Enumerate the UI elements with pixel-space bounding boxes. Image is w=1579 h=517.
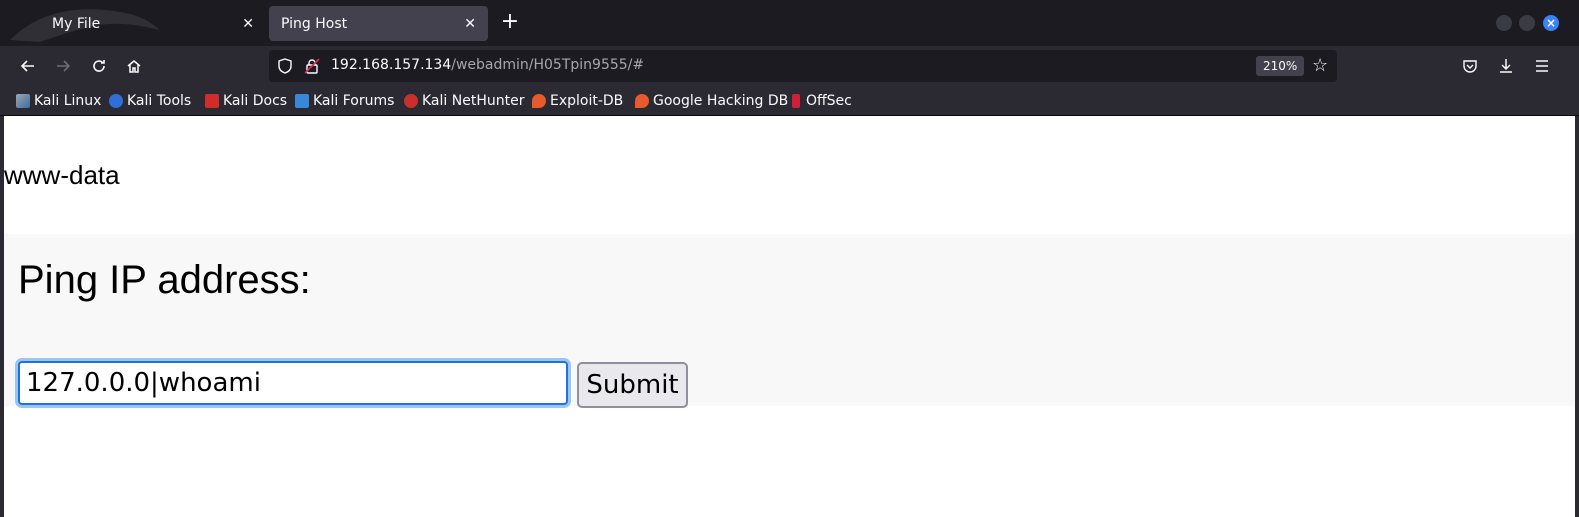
kali-docs-icon <box>205 94 219 108</box>
menu-icon[interactable] <box>1528 52 1556 80</box>
reload-button[interactable] <box>85 52 113 80</box>
bookmark-label: Google Hacking DB <box>653 93 789 109</box>
window-border-right <box>1575 116 1579 517</box>
submit-button[interactable]: Submit <box>577 362 688 408</box>
bookmark-kali-tools[interactable]: Kali Tools <box>109 91 191 111</box>
lock-insecure-icon[interactable] <box>304 58 320 74</box>
download-icon[interactable] <box>1492 52 1520 80</box>
back-button[interactable] <box>14 52 42 80</box>
kali-tools-icon <box>109 94 123 108</box>
zoom-level[interactable]: 210% <box>1256 56 1305 76</box>
kali-forums-icon <box>295 94 309 108</box>
ghdb-icon <box>635 94 649 108</box>
home-icon <box>127 60 141 73</box>
forward-button[interactable] <box>49 52 77 80</box>
maximize-button[interactable] <box>1519 15 1535 31</box>
tab-title: My File <box>52 15 101 32</box>
tab-strip: My File ✕ Ping Host ✕ + × <box>0 0 1579 46</box>
bookmark-offsec[interactable]: OffSec <box>792 91 852 111</box>
web-page: www-data Ping IP address: Submit <box>4 116 1575 517</box>
url-text[interactable]: 192.168.157.134/webadmin/H05Tpin9555/# <box>331 57 644 73</box>
url-path: /webadmin/H05Tpin9555/# <box>451 57 645 73</box>
reload-icon <box>93 60 105 72</box>
bookmark-google-hacking-db[interactable]: Google Hacking DB <box>635 91 788 111</box>
bookmark-label: Exploit-DB <box>550 93 624 109</box>
tab-my-file[interactable]: My File ✕ <box>40 6 266 41</box>
bookmark-label: Kali NetHunter <box>422 93 525 109</box>
bookmark-label: Kali Tools <box>127 93 192 109</box>
bookmark-label: Kali Forums <box>313 93 395 109</box>
ip-address-input[interactable] <box>18 361 568 405</box>
bookmark-kali-docs[interactable]: Kali Docs <box>205 91 287 111</box>
pocket-icon[interactable] <box>1456 52 1484 80</box>
url-bar[interactable]: 192.168.157.134/webadmin/H05Tpin9555/# 2… <box>269 50 1337 82</box>
bookmark-exploit-db[interactable]: Exploit-DB <box>532 91 623 111</box>
new-tab-button[interactable]: + <box>498 10 522 34</box>
bookmarks-toolbar: Kali Linux Kali Tools Kali Docs Kali For… <box>0 86 1579 116</box>
url-host: 192.168.157.134 <box>331 57 452 73</box>
close-icon[interactable]: ✕ <box>242 16 254 32</box>
form-heading: Ping IP address: <box>18 258 311 302</box>
window-close-button[interactable]: × <box>1543 15 1559 31</box>
bookmark-star-icon[interactable]: ☆ <box>1312 55 1328 76</box>
navigation-toolbar: 192.168.157.134/webadmin/H05Tpin9555/# 2… <box>0 46 1579 86</box>
tab-title: Ping Host <box>281 15 348 32</box>
offsec-icon <box>792 94 800 108</box>
exploit-db-icon <box>532 94 546 108</box>
shield-icon[interactable] <box>277 58 293 74</box>
command-output: www-data <box>4 160 120 190</box>
close-icon[interactable]: ✕ <box>464 16 476 32</box>
home-button[interactable] <box>120 52 148 80</box>
bookmark-kali-forums[interactable]: Kali Forums <box>295 91 394 111</box>
minimize-button[interactable] <box>1496 15 1512 31</box>
tab-ping-host[interactable]: Ping Host ✕ <box>269 6 488 41</box>
bookmark-label: OffSec <box>806 93 852 109</box>
arrow-left-icon <box>20 60 34 72</box>
arrow-right-icon <box>57 60 71 72</box>
ping-form-panel: Ping IP address: Submit <box>4 234 1575 408</box>
bookmark-kali-nethunter[interactable]: Kali NetHunter <box>404 91 524 111</box>
bookmark-label: Kali Docs <box>223 93 288 109</box>
bookmark-label: Kali Linux <box>34 93 102 109</box>
kali-dragon-icon <box>16 94 30 108</box>
bookmark-kali-linux[interactable]: Kali Linux <box>16 91 101 111</box>
nethunter-icon <box>404 94 418 108</box>
